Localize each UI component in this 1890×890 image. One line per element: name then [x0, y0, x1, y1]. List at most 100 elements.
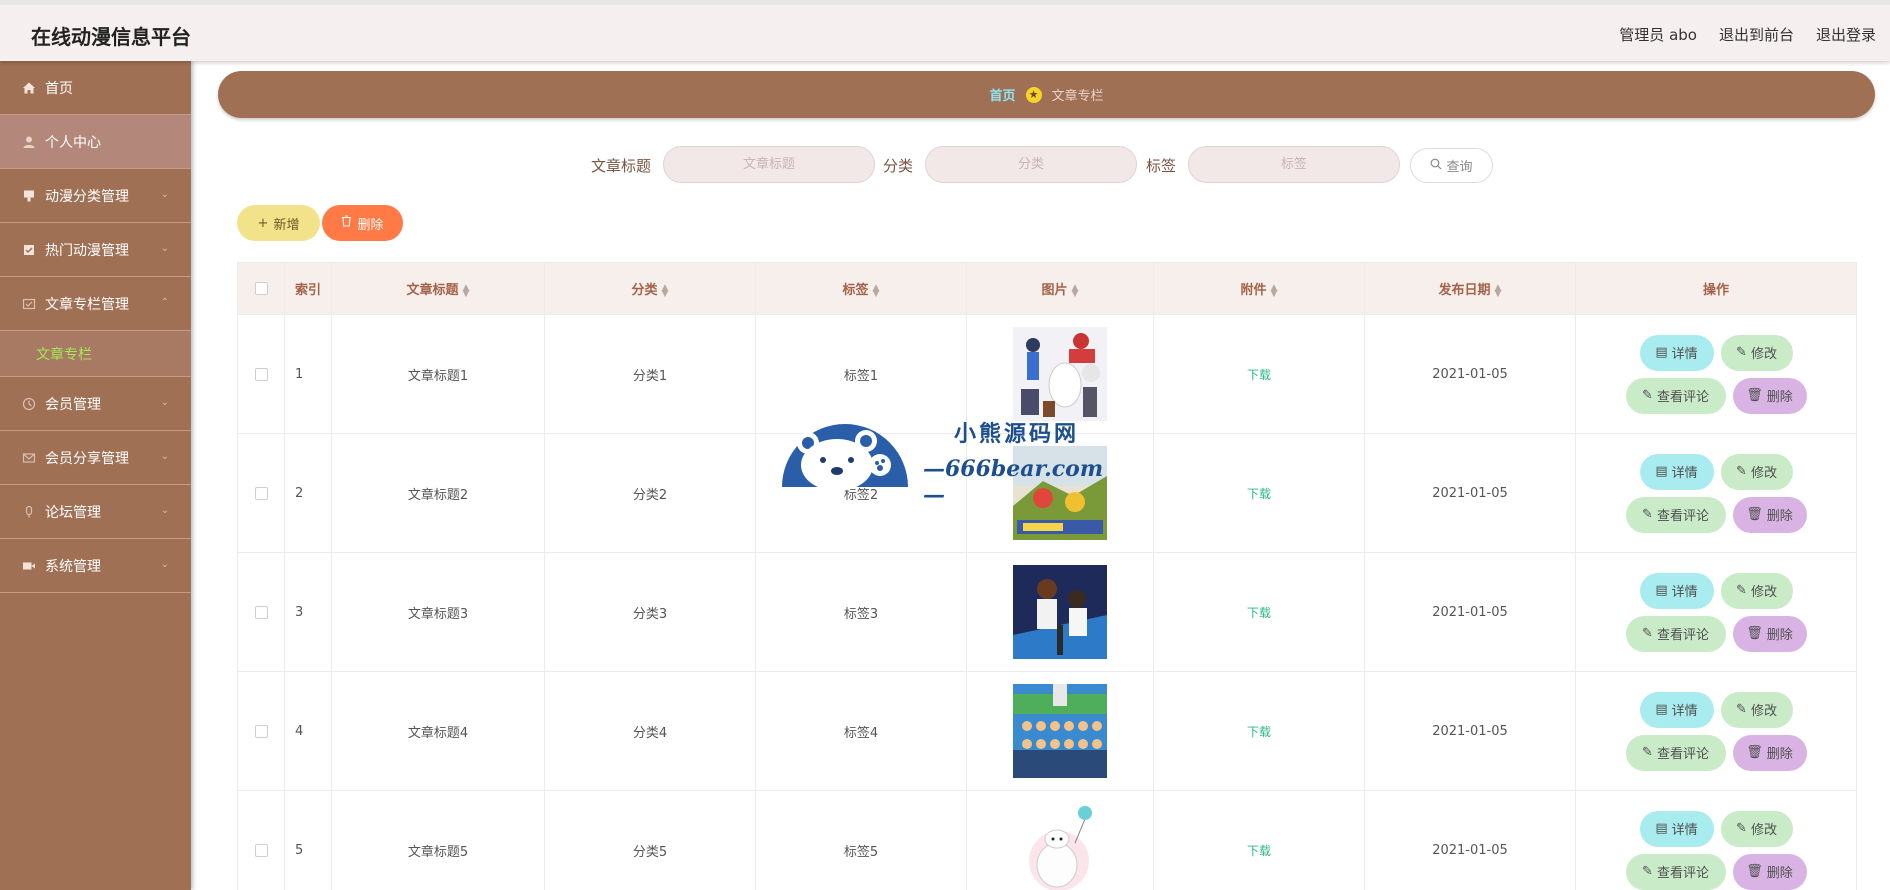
sidebar-item-label: 会员分享管理 — [45, 450, 129, 467]
sort-icon: ▲ ▼ — [1270, 282, 1278, 299]
view-comments-button[interactable]: ✎ 查看评论 — [1625, 853, 1726, 890]
download-link[interactable]: 下载 — [1247, 725, 1271, 739]
sidebar-item-forum[interactable]: 论坛管理 ⌄ — [0, 485, 191, 539]
edit-button[interactable]: ✎ 修改 — [1720, 334, 1793, 371]
batch-delete-button[interactable]: 删除 — [322, 205, 403, 241]
user-icon — [22, 135, 36, 149]
title-search-input[interactable] — [663, 146, 875, 183]
edit-button[interactable]: ✎ 修改 — [1720, 810, 1793, 847]
column-header-category[interactable]: 分类 ▲ ▼ — [544, 262, 756, 315]
row-attachment-cell: 下载 — [1153, 552, 1365, 672]
edit-button[interactable]: ✎ 修改 — [1720, 691, 1793, 728]
column-header-attachment[interactable]: 附件 ▲ ▼ — [1153, 262, 1365, 315]
category-search-input[interactable] — [925, 146, 1137, 183]
document-icon: ▤ — [1655, 583, 1668, 598]
trash-icon: 🗑 — [1746, 507, 1763, 522]
column-header-title[interactable]: 文章标题 ▲ ▼ — [331, 262, 545, 315]
delete-button[interactable]: 🗑 删除 — [1732, 615, 1807, 652]
edit-button[interactable]: ✎ 修改 — [1720, 453, 1793, 490]
chevron-down-icon: ⌄ — [160, 189, 169, 200]
sidebar-item-label: 论坛管理 — [45, 504, 101, 521]
sidebar-item-article-column[interactable]: 文章专栏管理 ⌃ — [0, 277, 191, 331]
sidebar-item-label: 文章专栏管理 — [45, 296, 129, 313]
select-all-checkbox[interactable] — [254, 282, 268, 295]
view-comments-button[interactable]: ✎ 查看评论 — [1625, 377, 1726, 414]
breadcrumb-current: 文章专栏 — [1051, 89, 1104, 104]
breadcrumb-home[interactable]: 首页 — [989, 85, 1015, 104]
row-checkbox[interactable] — [254, 486, 268, 500]
row-checkbox[interactable] — [254, 605, 268, 619]
row-title: 文章标题4 — [331, 671, 545, 791]
exit-to-front-link[interactable]: 退出到前台 — [1719, 24, 1794, 45]
article-icon — [22, 297, 36, 311]
detail-button[interactable]: ▤ 详情 — [1639, 691, 1714, 728]
query-button[interactable]: 查询 — [1410, 148, 1493, 183]
download-link[interactable]: 下载 — [1247, 606, 1271, 620]
trash-icon: 🗑 — [1746, 388, 1763, 403]
trash-icon: 🗑 — [1746, 745, 1763, 760]
table-row: 3 文章标题3 分类3 标签3 下载 2021-01-05 ▤ 详情 ✎ 修改 … — [237, 552, 1857, 672]
chevron-down-icon: ⌄ — [160, 451, 169, 462]
sidebar-item-member[interactable]: 会员管理 ⌄ — [0, 377, 191, 431]
pencil-icon: ✎ — [1736, 702, 1747, 717]
row-checkbox[interactable] — [254, 367, 268, 381]
view-comments-button[interactable]: ✎ 查看评论 — [1625, 734, 1726, 771]
download-link[interactable]: 下载 — [1247, 844, 1271, 858]
sidebar-item-anime-category[interactable]: 动漫分类管理 ⌄ — [0, 169, 191, 223]
chevron-down-icon: ⌄ — [160, 243, 169, 254]
sidebar-item-label: 首页 — [45, 80, 73, 97]
delete-button[interactable]: 🗑 删除 — [1732, 853, 1807, 890]
column-header-tag[interactable]: 标签 ▲ ▼ — [755, 262, 967, 315]
sidebar-subitem-article-column[interactable]: 文章专栏 — [0, 331, 191, 377]
row-checkbox[interactable] — [254, 843, 268, 857]
download-link[interactable]: 下载 — [1247, 368, 1271, 382]
column-header-image[interactable]: 图片 ▲ ▼ — [966, 262, 1154, 315]
add-button[interactable]: + 新增 — [237, 205, 320, 241]
row-title: 文章标题2 — [331, 433, 545, 553]
row-tag: 标签3 — [755, 552, 967, 672]
sidebar-item-profile[interactable]: 个人中心 — [0, 115, 191, 169]
sidebar: 首页 个人中心 动漫分类管理 ⌄ 热门动漫管理 ⌄ 文章专栏管理 ⌃ 文章专栏 … — [0, 61, 191, 890]
bear-logo-icon — [782, 424, 908, 491]
download-link[interactable]: 下载 — [1247, 487, 1271, 501]
view-comments-button[interactable]: ✎ 查看评论 — [1625, 615, 1726, 652]
column-header-date[interactable]: 发布日期 ▲ ▼ — [1364, 262, 1576, 315]
row-date: 2021-01-05 — [1364, 314, 1576, 434]
chevron-up-icon: ⌃ — [160, 297, 169, 308]
tag-search-input[interactable] — [1188, 146, 1400, 183]
pencil-icon: ✎ — [1642, 864, 1653, 879]
sidebar-item-hot-anime[interactable]: 热门动漫管理 ⌄ — [0, 223, 191, 277]
pencil-icon: ✎ — [1736, 464, 1747, 479]
row-actions: ▤ 详情 ✎ 修改 ✎ 查看评论 🗑 删除 — [1575, 552, 1857, 672]
delete-button[interactable]: 🗑 删除 — [1732, 496, 1807, 533]
logout-link[interactable]: 退出登录 — [1816, 24, 1876, 45]
detail-button[interactable]: ▤ 详情 — [1639, 810, 1714, 847]
row-date: 2021-01-05 — [1364, 433, 1576, 553]
detail-button[interactable]: ▤ 详情 — [1639, 572, 1714, 609]
title-search-label: 文章标题 — [591, 157, 652, 175]
delete-button[interactable]: 🗑 删除 — [1732, 377, 1807, 414]
sidebar-item-home[interactable]: 首页 — [0, 61, 191, 115]
anime-thumbnail[interactable] — [1013, 803, 1107, 890]
chevron-down-icon: ⌄ — [160, 397, 169, 408]
content-panel: 文章标题 分类 标签 查询 + 新增 删除 索引 文章标 — [218, 126, 1875, 890]
row-checkbox[interactable] — [254, 724, 268, 738]
mail-icon — [22, 451, 36, 465]
chevron-down-icon: ⌄ — [160, 505, 169, 516]
admin-user-label: 管理员 abo — [1619, 26, 1697, 44]
row-index: 5 — [284, 790, 332, 890]
watermark-url: —666bear.com— — [923, 456, 1104, 508]
delete-button[interactable]: 🗑 删除 — [1732, 734, 1807, 771]
article-table: 索引 文章标题 ▲ ▼ 分类 ▲ ▼ 标签 ▲ ▼ 图片 ▲ ▼ 附件 ▲ ▼ 发布日期 ▲ ▼ 操作 … — [237, 262, 1857, 890]
table-header-row: 索引 文章标题 ▲ ▼ 分类 ▲ ▼ 标签 ▲ ▼ 图片 ▲ ▼ 附件 ▲ ▼ 发布日期 ▲ ▼ 操作 — [237, 262, 1857, 315]
anime-thumbnail[interactable] — [1013, 565, 1107, 659]
pencil-icon: ✎ — [1642, 388, 1653, 403]
edit-button[interactable]: ✎ 修改 — [1720, 572, 1793, 609]
row-tag: 标签5 — [755, 790, 967, 890]
sidebar-item-member-share[interactable]: 会员分享管理 ⌄ — [0, 431, 191, 485]
view-comments-button[interactable]: ✎ 查看评论 — [1625, 496, 1726, 533]
anime-thumbnail[interactable] — [1013, 684, 1107, 778]
sidebar-item-system[interactable]: 系统管理 ⌄ — [0, 539, 191, 593]
detail-button[interactable]: ▤ 详情 — [1639, 334, 1714, 371]
detail-button[interactable]: ▤ 详情 — [1639, 453, 1714, 490]
